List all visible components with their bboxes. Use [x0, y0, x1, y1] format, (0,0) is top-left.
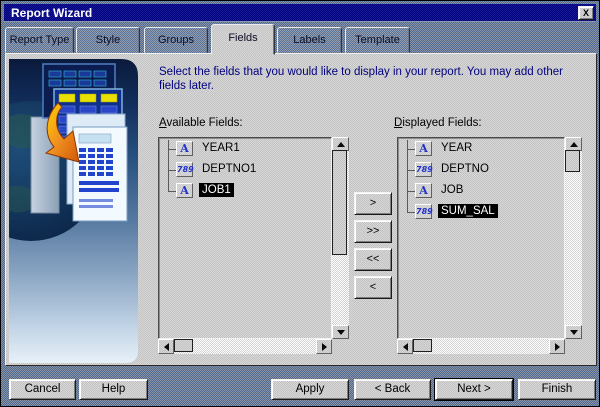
field-label[interactable]: YEAR — [438, 141, 475, 155]
cancel-button[interactable]: Cancel — [9, 379, 76, 400]
move-left-button[interactable]: < — [354, 276, 392, 299]
scroll-up-icon[interactable] — [332, 137, 349, 151]
scroll-right-icon[interactable] — [549, 339, 565, 354]
move-all-right-button[interactable]: >> — [354, 220, 392, 243]
list-item[interactable]: 789 DEPTNO — [398, 160, 564, 181]
displayed-fields-tree[interactable]: A YEAR 789 DEPTNO A JOB 789 SUM_SAL — [397, 137, 565, 339]
displayed-fields-label: Displayed Fields: — [394, 117, 482, 129]
report-wizard-dialog: Report Wizard X Report Type Style Groups… — [0, 0, 600, 407]
numeric-field-icon: 789 — [176, 162, 194, 177]
tab-template[interactable]: Template — [345, 27, 410, 53]
close-icon[interactable]: X — [578, 6, 594, 20]
horizontal-scrollbar[interactable] — [158, 339, 332, 354]
wizard-page-fields: Select the fields that you would like to… — [5, 53, 597, 366]
scroll-down-icon[interactable] — [565, 325, 582, 339]
field-label[interactable]: SUM_SAL — [438, 204, 498, 218]
scrollbar-thumb[interactable] — [565, 150, 580, 172]
list-item[interactable]: 789 SUM_SAL — [398, 202, 564, 223]
window-title: Report Wizard — [11, 6, 93, 20]
vertical-scrollbar[interactable] — [565, 137, 582, 339]
field-label[interactable]: YEAR1 — [199, 141, 243, 155]
tab-groups[interactable]: Groups — [144, 27, 208, 53]
tab-fields[interactable]: Fields — [211, 24, 275, 55]
char-field-icon: A — [415, 141, 432, 156]
list-item[interactable]: A YEAR — [398, 139, 564, 160]
title-bar: Report Wizard X — [4, 4, 596, 22]
displayed-fields-list: A YEAR 789 DEPTNO A JOB 789 SUM_SAL — [397, 137, 582, 354]
apply-button[interactable]: Apply — [271, 379, 349, 400]
char-field-icon: A — [176, 141, 193, 156]
help-button[interactable]: Help — [79, 379, 148, 400]
available-fields-list: A YEAR1 789 DEPTNO1 A JOB1 — [158, 137, 349, 354]
horizontal-scrollbar[interactable] — [397, 339, 565, 354]
finish-button[interactable]: Finish — [518, 379, 596, 400]
available-fields-tree[interactable]: A YEAR1 789 DEPTNO1 A JOB1 — [158, 137, 332, 339]
field-label[interactable]: DEPTNO1 — [199, 162, 259, 176]
available-fields-label: Available Fields: — [159, 117, 243, 129]
field-label[interactable]: JOB1 — [199, 183, 234, 197]
scroll-right-icon[interactable] — [316, 339, 332, 354]
list-item[interactable]: A JOB — [398, 181, 564, 202]
scroll-left-icon[interactable] — [397, 339, 413, 354]
tab-report-type[interactable]: Report Type — [5, 27, 74, 53]
numeric-field-icon: 789 — [415, 204, 433, 219]
move-all-left-button[interactable]: << — [354, 248, 392, 271]
scroll-left-icon[interactable] — [158, 339, 174, 354]
back-button[interactable]: < Back — [354, 379, 431, 400]
field-label[interactable]: JOB — [438, 183, 466, 197]
scroll-down-icon[interactable] — [332, 325, 349, 339]
numeric-field-icon: 789 — [415, 162, 433, 177]
tab-labels[interactable]: Labels — [277, 27, 342, 53]
vertical-scrollbar[interactable] — [332, 137, 349, 339]
char-field-icon: A — [176, 183, 193, 198]
char-field-icon: A — [415, 183, 432, 198]
instruction-text: Select the fields that you would like to… — [159, 66, 564, 92]
wizard-illustration — [9, 59, 138, 363]
next-button[interactable]: Next > — [435, 379, 513, 400]
scrollbar-thumb[interactable] — [174, 339, 193, 352]
move-right-button[interactable]: > — [354, 192, 392, 215]
tab-style[interactable]: Style — [76, 27, 140, 53]
scrollbar-thumb[interactable] — [413, 339, 432, 352]
scroll-up-icon[interactable] — [565, 137, 582, 151]
list-item[interactable]: 789 DEPTNO1 — [159, 160, 331, 181]
list-item[interactable]: A JOB1 — [159, 181, 331, 202]
scrollbar-thumb[interactable] — [332, 150, 347, 255]
list-item[interactable]: A YEAR1 — [159, 139, 331, 160]
field-label[interactable]: DEPTNO — [438, 162, 492, 176]
